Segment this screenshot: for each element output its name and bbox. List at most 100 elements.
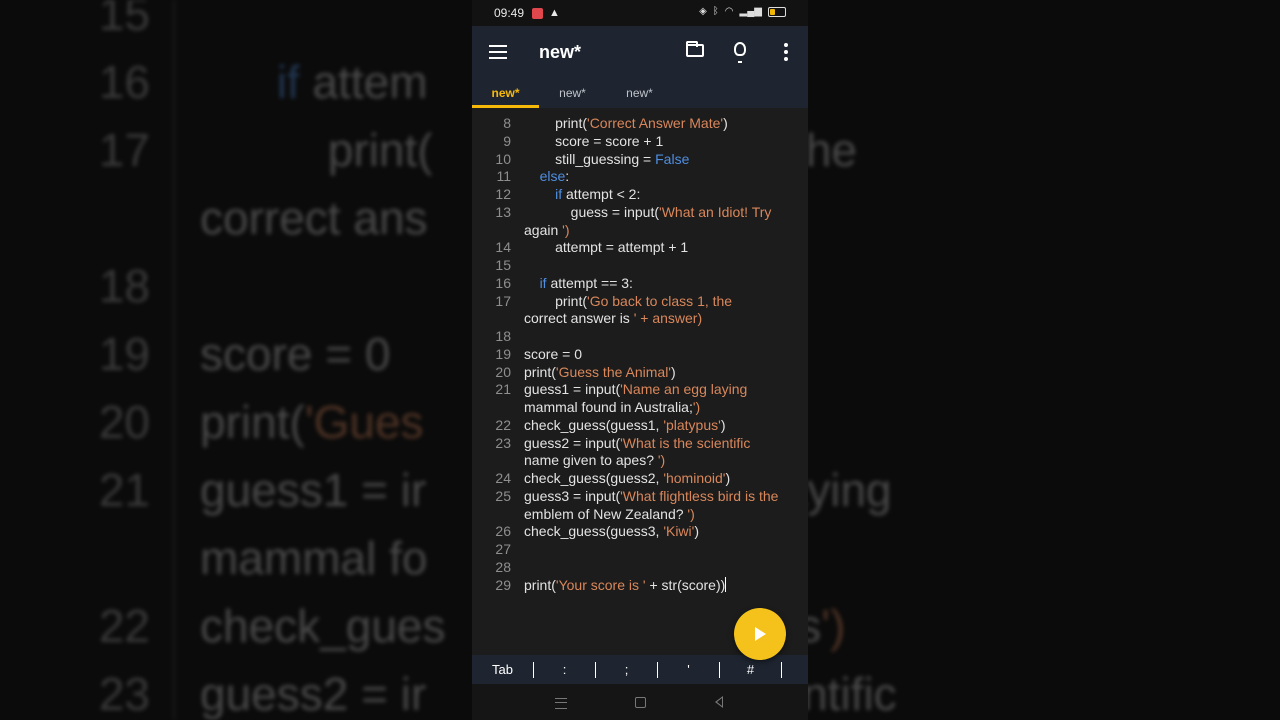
line-number: 29	[495, 576, 511, 593]
code-line[interactable]: 28	[472, 558, 808, 576]
code-text: guess2 = input('What is the scientific	[524, 434, 751, 451]
warning-icon: ▲	[549, 7, 560, 19]
line-number: 10	[495, 150, 511, 167]
line-number: 27	[495, 541, 511, 557]
vibrate-icon: ◈	[699, 6, 707, 17]
shortcut-key[interactable]: Tab	[472, 662, 533, 677]
shortcut-key[interactable]: #	[720, 662, 781, 677]
code-text: print('Correct Answer Mate')	[524, 115, 728, 131]
code-text: correct answer is ' + answer)	[524, 310, 703, 327]
code-line[interactable]: emblem of New Zealand? ')	[472, 505, 808, 523]
shortcut-key[interactable]: :	[534, 662, 595, 677]
tab-file-2[interactable]: new*	[539, 80, 606, 108]
code-line[interactable]: 23 guess2 = input('What is the scientific	[472, 434, 808, 452]
recent-apps-icon[interactable]	[555, 698, 567, 709]
code-line[interactable]: correct answer is ' + answer)	[472, 309, 808, 327]
code-line[interactable]: 22 check_guess(guess1, 'platypus')	[472, 416, 808, 434]
line-number: 15	[495, 257, 511, 273]
signal-icon: ▂▄▆	[739, 6, 762, 17]
line-number: 17	[495, 292, 511, 309]
code-text: still_guessing = False	[524, 150, 690, 167]
shortcut-key[interactable]: (	[782, 662, 808, 677]
code-line[interactable]: again ')	[472, 221, 808, 239]
background-line-number: 21	[98, 464, 150, 516]
tab-file-1[interactable]: new*	[472, 80, 539, 108]
line-number: 11	[496, 168, 511, 185]
line-number: 25	[495, 487, 511, 504]
status-icons: ◈ ᛒ ◠ ▂▄▆	[699, 6, 786, 17]
code-line[interactable]: 12 if attempt < 2:	[472, 185, 808, 203]
background-code-text: if attem	[276, 56, 428, 108]
app-bar: new*	[472, 26, 808, 80]
code-line[interactable]: 29 print('Your score is ' + str(score))	[472, 576, 808, 594]
menu-icon[interactable]	[489, 45, 507, 59]
code-line[interactable]: 27	[472, 540, 808, 558]
code-line[interactable]: 24 check_guess(guess2, 'hominoid')	[472, 469, 808, 487]
code-line[interactable]: 20 print('Guess the Animal')	[472, 363, 808, 381]
background-line-number: 15	[98, 0, 150, 40]
code-text: print('Your score is ' + str(score))	[524, 576, 727, 593]
file-tabs: new* new* new*	[472, 80, 808, 108]
line-number: 19	[495, 345, 511, 362]
code-text: name given to apes? ')	[524, 452, 666, 469]
line-number: 22	[495, 416, 511, 433]
background-line-number: 23	[98, 668, 150, 720]
code-line[interactable]: 19 score = 0	[472, 345, 808, 363]
background-line-number: 18	[98, 260, 150, 312]
line-number: 9	[503, 132, 511, 149]
more-options-icon[interactable]	[784, 43, 788, 61]
code-line[interactable]: 15	[472, 256, 808, 274]
code-line[interactable]: 13 guess = input('What an Idiot! Try	[472, 203, 808, 221]
code-text: if attempt < 2:	[555, 186, 641, 202]
shortcut-key[interactable]: ;	[596, 662, 657, 677]
code-line[interactable]: 25 guess3 = input('What flightless bird i…	[472, 487, 808, 505]
code-line[interactable]: 17 print('Go back to class 1, the	[472, 292, 808, 310]
code-line[interactable]: 9 score = score + 1	[472, 132, 808, 150]
background-line-number: 19	[98, 328, 150, 380]
code-text: if attempt == 3:	[539, 274, 633, 291]
line-number: 13	[495, 203, 511, 220]
code-line[interactable]: 26 check_guess(guess3, 'Kiwi')	[472, 522, 808, 540]
line-number: 26	[495, 523, 511, 540]
back-icon[interactable]	[715, 696, 723, 708]
code-line[interactable]: mammal found in Australia;')	[472, 398, 808, 416]
line-number: 16	[495, 274, 511, 291]
home-icon[interactable]	[635, 697, 646, 708]
code-line[interactable]: 16 if attempt == 3:	[472, 274, 808, 292]
code-line[interactable]: 18	[472, 327, 808, 345]
line-number: 12	[495, 186, 511, 202]
code-text: check_guess(guess1, 'platypus')	[524, 416, 726, 433]
folder-icon[interactable]	[686, 41, 704, 57]
text-cursor	[725, 576, 727, 592]
code-line[interactable]: 8 print('Correct Answer Mate')	[472, 114, 808, 132]
notification-icon	[532, 7, 544, 19]
code-line[interactable]: 14 attempt = attempt + 1	[472, 238, 808, 256]
code-text: again ')	[524, 221, 570, 238]
background-line-number: 16	[98, 56, 150, 108]
code-line[interactable]: 21 guess1 = input('Name an egg laying	[472, 380, 808, 398]
shortcut-key[interactable]: '	[658, 662, 719, 677]
code-text: check_guess(guess2, 'hominoid')	[524, 470, 731, 486]
code-line[interactable]: 10 still_guessing = False	[472, 150, 808, 168]
code-text: attempt = attempt + 1	[524, 239, 689, 256]
wifi-icon: ◠	[724, 6, 734, 17]
run-button[interactable]	[734, 608, 786, 660]
code-line[interactable]: 11 else:	[472, 167, 808, 185]
code-line[interactable]: name given to apes? ')	[472, 451, 808, 469]
tab-file-3[interactable]: new*	[606, 80, 673, 108]
status-time: 09:49	[494, 6, 525, 20]
bluetooth-icon: ᛒ	[712, 6, 719, 17]
code-text: guess1 = input('Name an egg laying	[524, 381, 748, 398]
app-title: new*	[539, 42, 582, 62]
line-number: 20	[495, 363, 511, 380]
line-number: 14	[495, 239, 511, 256]
code-text: guess3 = input('What flightless bird is …	[524, 487, 779, 504]
code-text: score = score + 1	[524, 132, 664, 149]
code-text: else:	[539, 168, 570, 185]
code-editor[interactable]: 8 print('Correct Answer Mate') 9 score = …	[472, 108, 808, 655]
line-number: 21	[495, 381, 511, 398]
code-text: check_guess(guess3, 'Kiwi')	[524, 523, 699, 540]
system-nav-bar	[472, 684, 808, 720]
lightbulb-icon[interactable]	[734, 42, 746, 63]
code-text: print('Go back to class 1, the	[524, 292, 733, 309]
